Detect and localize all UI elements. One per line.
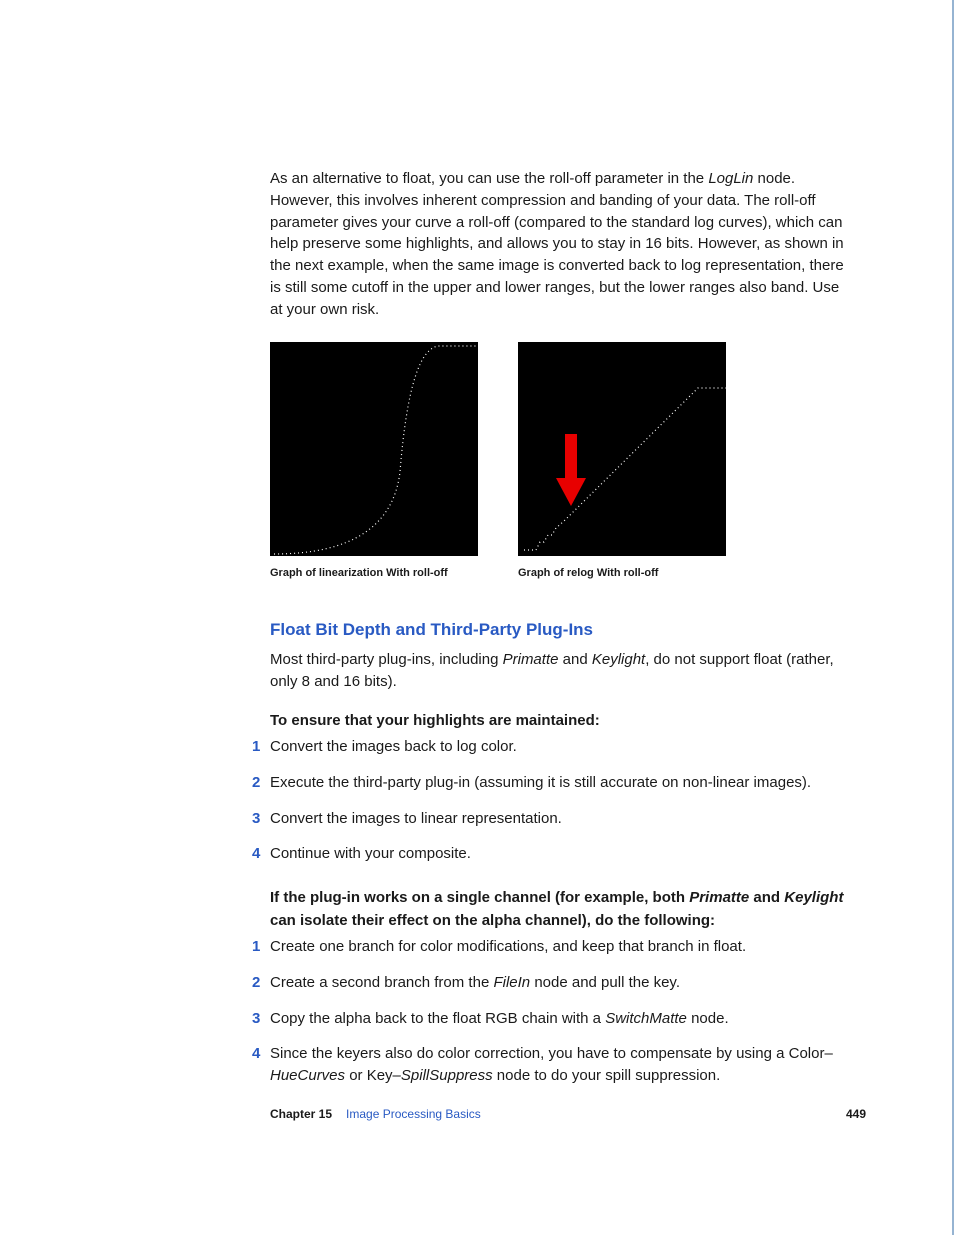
node-name-filein: FileIn	[493, 974, 530, 991]
text: node to do your spill suppression.	[493, 1067, 721, 1084]
plugin-primatte: Primatte	[689, 889, 749, 906]
text: Convert the images back to log color.	[270, 738, 517, 755]
lead-single-channel: If the plug-in works on a single channel…	[270, 887, 846, 932]
node-name-huecurves: HueCurves	[270, 1067, 345, 1084]
list-item: 3Convert the images to linear representa…	[270, 808, 846, 830]
plugin-keylight: Keylight	[784, 889, 843, 906]
text: Since the keyers also do color correctio…	[270, 1045, 833, 1062]
text: node and pull the key.	[530, 974, 680, 991]
list-number: 2	[252, 972, 260, 994]
text: Create one branch for color modification…	[270, 938, 746, 955]
node-name-loglin: LogLin	[708, 170, 753, 187]
list-highlights: 1Convert the images back to log color. 2…	[270, 736, 846, 865]
list-number: 3	[252, 1008, 260, 1030]
text: node. However, this involves inherent co…	[270, 170, 844, 318]
list-number: 2	[252, 772, 260, 794]
lead-highlights: To ensure that your highlights are maint…	[270, 710, 846, 732]
list-item: 1Create one branch for color modificatio…	[270, 936, 846, 958]
page-number: 449	[846, 1106, 866, 1123]
text: If the plug-in works on a single channel…	[270, 889, 689, 906]
caption-linearization: Graph of linearization With roll-off	[270, 566, 478, 582]
list-item: 3Copy the alpha back to the float RGB ch…	[270, 1008, 846, 1030]
plugin-keylight: Keylight	[592, 651, 645, 668]
page-footer: Chapter 15 Image Processing Basics 449	[270, 1106, 866, 1123]
heading-float-bit-depth: Float Bit Depth and Third-Party Plug-Ins	[270, 618, 846, 643]
text: Create a second branch from the	[270, 974, 493, 991]
curve-icon	[518, 342, 726, 556]
plugin-primatte: Primatte	[503, 651, 559, 668]
chapter-label: Chapter 15	[270, 1106, 332, 1123]
list-number: 4	[252, 1043, 260, 1065]
list-item: 2Execute the third-party plug-in (assumi…	[270, 772, 846, 794]
text: Convert the images to linear representat…	[270, 810, 562, 827]
list-item: 4Continue with your composite.	[270, 843, 846, 865]
text: Copy the alpha back to the float RGB cha…	[270, 1010, 605, 1027]
text: Most third-party plug-ins, including	[270, 651, 503, 668]
text: Execute the third-party plug-in (assumin…	[270, 774, 811, 791]
text: node.	[687, 1010, 729, 1027]
list-number: 1	[252, 936, 260, 958]
list-number: 3	[252, 808, 260, 830]
text: can isolate their effect on the alpha ch…	[270, 912, 715, 929]
list-item: 2Create a second branch from the FileIn …	[270, 972, 846, 994]
paragraph-rolloff: As an alternative to float, you can use …	[270, 168, 846, 320]
page: As an alternative to float, you can use …	[0, 0, 954, 1235]
list-item: 1Convert the images back to log color.	[270, 736, 846, 758]
node-name-switchmatte: SwitchMatte	[605, 1010, 687, 1027]
graph-relog	[518, 342, 726, 556]
text: Continue with your composite.	[270, 845, 471, 862]
figure-linearization: Graph of linearization With roll-off	[270, 342, 478, 582]
node-name-spillsuppress: SpillSuppress	[401, 1067, 493, 1084]
figure-row: Graph of linearization With roll-off Gra…	[270, 342, 846, 582]
text: or Key–	[345, 1067, 401, 1084]
figure-relog: Graph of relog With roll-off	[518, 342, 726, 582]
list-number: 1	[252, 736, 260, 758]
list-single-channel: 1Create one branch for color modificatio…	[270, 936, 846, 1087]
list-number: 4	[252, 843, 260, 865]
text: and	[749, 889, 784, 906]
chapter-title: Image Processing Basics	[346, 1106, 481, 1123]
list-item: 4Since the keyers also do color correcti…	[270, 1043, 846, 1087]
paragraph-plugins: Most third-party plug-ins, including Pri…	[270, 649, 846, 693]
arrow-down-icon	[556, 434, 586, 506]
text: and	[558, 651, 591, 668]
text: As an alternative to float, you can use …	[270, 170, 708, 187]
caption-relog: Graph of relog With roll-off	[518, 566, 726, 582]
curve-icon	[270, 342, 478, 556]
graph-linearization	[270, 342, 478, 556]
